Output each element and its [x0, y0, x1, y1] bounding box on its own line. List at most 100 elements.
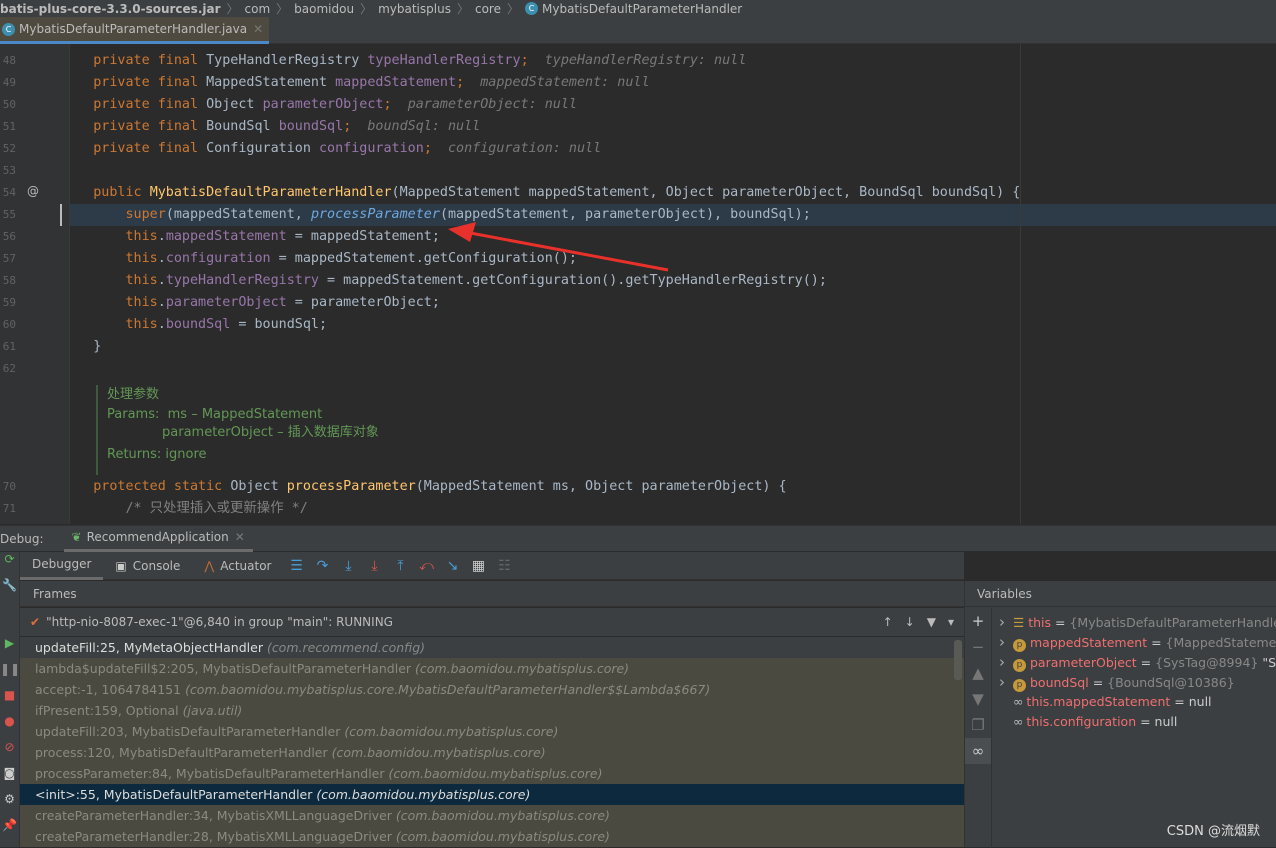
frame-method: createParameterHandler:34, MybatisXMLLan… [35, 808, 396, 823]
code-token: (MappedStatement ms, Object parameterObj… [415, 479, 787, 494]
variable-row[interactable]: › p boundSql = {BoundSql@10386} [999, 672, 1235, 692]
stack-frame[interactable]: createParameterHandler:34, MybatisXMLLan… [20, 805, 964, 826]
settings-wrench-icon[interactable]: 🔧 [0, 578, 19, 604]
variable-row[interactable]: ∞ this.configuration = null [1013, 712, 1177, 732]
tab-debugger[interactable]: Debugger [20, 552, 104, 580]
tab-console[interactable]: ▣ Console [103, 552, 192, 580]
filter-icon[interactable]: ▼ [927, 615, 936, 629]
tab-mybatis-default-parameter-handler[interactable]: C MybatisDefaultParameterHandler.java ✕ [0, 17, 270, 44]
arrow-down-icon[interactable]: ↓ [905, 615, 915, 629]
arrow-up-icon[interactable]: ↑ [883, 615, 893, 629]
copy-icon[interactable]: ❐ [965, 712, 991, 738]
breadcrumb-item[interactable]: com [245, 2, 271, 16]
chevron-down-icon[interactable]: ▾ [948, 615, 954, 629]
code-token: typeHandlerRegistry [367, 53, 521, 68]
line-number: 70 [2, 480, 16, 493]
override-marker-icon[interactable]: @ [27, 184, 39, 198]
remove-watch-icon[interactable]: − [965, 634, 991, 660]
tab-recommend-application[interactable]: ❦ RecommendApplication ✕ [63, 526, 253, 552]
frame-package: (java.util) [182, 703, 243, 718]
close-icon[interactable]: ✕ [253, 22, 263, 36]
move-down-icon[interactable]: ▼ [965, 686, 991, 712]
variable-name: parameterObject [1030, 655, 1137, 670]
code-token: = mappedStatement; [286, 229, 440, 244]
frames-scrollbar[interactable] [954, 640, 962, 680]
line-number: 51 [2, 120, 16, 133]
line-number: 55 [2, 208, 16, 221]
line-number: 48 [2, 54, 16, 67]
view-breakpoints-icon[interactable]: ● [0, 714, 19, 740]
stack-frame[interactable]: lambda$updateFill$2:205, MybatisDefaultP… [20, 658, 964, 679]
rerun-icon[interactable]: ⟳ [0, 552, 19, 578]
thread-selector[interactable]: ✔ "http-nio-8087-exec-1"@6,840 in group … [20, 608, 964, 636]
line-number: 59 [2, 296, 16, 309]
variable-eq: = [1136, 655, 1156, 670]
code-token: processParameter [310, 207, 440, 222]
variable-row[interactable]: ∞ this.mappedStatement = null [1013, 692, 1212, 712]
run-to-cursor-icon[interactable]: ↘ [439, 558, 465, 574]
expand-arrow-icon[interactable]: › [999, 673, 1005, 691]
breadcrumb-item[interactable]: baomidou [294, 2, 354, 16]
code-token: /* 只处理插入或更新操作 */ [61, 501, 308, 516]
force-step-into-icon[interactable]: ⤓ [361, 558, 387, 574]
breadcrumb-item[interactable]: mybatisplus [378, 2, 451, 16]
stack-frame[interactable]: updateFill:203, MybatisDefaultParameterH… [20, 721, 964, 742]
breadcrumb-item[interactable]: batis-plus-core-3.3.0-sources.jar [0, 2, 221, 16]
doc-param: ms – MappedStatement [167, 407, 323, 422]
tab-actuator[interactable]: ⋀ Actuator [192, 552, 283, 580]
stack-frame[interactable]: <init>:55, MybatisDefaultParameterHandle… [20, 784, 964, 805]
stop-icon[interactable]: ■ [0, 688, 19, 714]
camera-icon[interactable]: ◙ [0, 766, 19, 792]
code-token: (MappedStatement mappedStatement, Object… [391, 185, 1021, 200]
code-token: = boundSql; [230, 317, 328, 332]
evaluate-expression-icon[interactable]: ▦ [465, 558, 491, 574]
frame-method: lambda$updateFill$2:205, MybatisDefaultP… [35, 661, 416, 676]
stack-frame[interactable]: updateFill:25, MyMetaObjectHandler (com.… [20, 637, 964, 658]
stack-frame[interactable]: createParameterHandler:28, MybatisXMLLan… [20, 826, 964, 847]
stack-frame[interactable]: process:120, MybatisDefaultParameterHand… [20, 742, 964, 763]
drop-frame-icon[interactable]: ⤺ [413, 558, 439, 574]
resume-icon[interactable]: ▶ [0, 636, 19, 662]
move-up-icon[interactable]: ▲ [965, 660, 991, 686]
stack-frame[interactable]: ifPresent:159, Optional (java.util) [20, 700, 964, 721]
step-out-icon[interactable]: ⤒ [387, 558, 413, 574]
code-token: ; [520, 53, 545, 68]
variable-row[interactable]: › p parameterObject = {SysTag@8994} "SysCo [999, 652, 1276, 672]
add-watch-icon[interactable]: + [965, 608, 991, 634]
variable-w: null [1154, 714, 1178, 729]
debug-tool-window-header: Debug: ❦ RecommendApplication ✕ [0, 525, 1276, 552]
code-token: = parameterObject; [286, 295, 440, 310]
code-token: } [61, 339, 102, 354]
trace-stream-icon[interactable]: ☷ [491, 558, 517, 574]
class-icon: C [525, 2, 538, 15]
mute-breakpoints-icon[interactable]: ⊘ [0, 740, 19, 766]
close-icon[interactable]: ✕ [235, 530, 245, 544]
stack-frame[interactable]: accept:-1, 1064784151 (com.baomidou.myba… [20, 679, 964, 700]
expand-arrow-icon[interactable]: › [999, 613, 1005, 631]
show-execution-point-icon[interactable]: ☰ [283, 558, 309, 574]
stack-frame[interactable]: processParameter:84, MybatisDefaultParam… [20, 763, 964, 784]
variable-row[interactable]: › p mappedStatement = {MappedStatement@ [999, 632, 1276, 652]
code-token: parameterObject [262, 97, 384, 112]
frame-package: (com.baomidou.mybatisplus.core) [415, 661, 630, 676]
line-number: 58 [2, 274, 16, 287]
breadcrumb-item[interactable]: core [475, 2, 501, 16]
variable-row[interactable]: › ☰ this = {MybatisDefaultParameterHandler… [999, 612, 1276, 632]
variable-val: {BoundSql@10386} [1107, 675, 1235, 690]
pause-icon[interactable]: ❚❚ [0, 662, 20, 688]
step-over-icon[interactable]: ↷ [309, 558, 335, 574]
doc-returns: Returns: ignore [107, 447, 207, 462]
step-into-icon[interactable]: ⤓ [335, 558, 361, 574]
gear-icon[interactable]: ⚙ [0, 792, 19, 818]
variable-eq: = [1170, 694, 1189, 709]
expand-arrow-icon[interactable]: › [999, 633, 1005, 651]
expand-arrow-icon[interactable]: › [999, 653, 1005, 671]
pin-icon[interactable]: 📌 [0, 818, 19, 844]
object-icon: ☰ [1013, 615, 1025, 630]
variable-eq: = [1147, 635, 1166, 650]
code-token: this [61, 251, 158, 266]
code-line: private final TypeHandlerRegistry typeHa… [61, 50, 746, 72]
breadcrumb-item[interactable]: MybatisDefaultParameterHandler [542, 2, 742, 16]
code-token: . [157, 295, 166, 310]
show-watches-icon[interactable]: ∞ [965, 738, 991, 764]
